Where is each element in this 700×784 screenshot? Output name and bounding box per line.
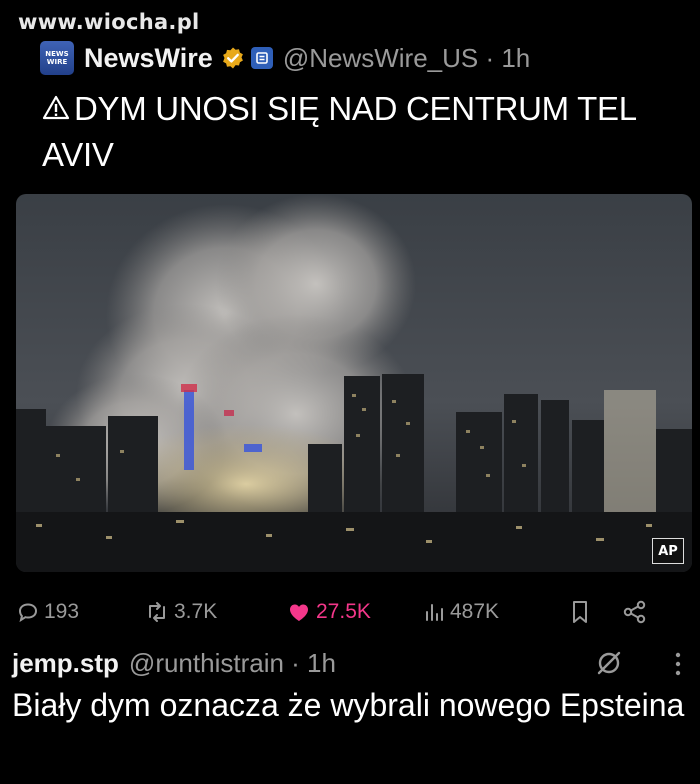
heart-icon (290, 604, 308, 621)
share-icon (623, 600, 646, 624)
grok-icon[interactable] (594, 648, 624, 678)
site-watermark: www.wiocha.pl (18, 10, 200, 34)
post-header: NEWS WIRE NewsWire @NewsWire_US · 1h (40, 40, 530, 76)
smoke-over-city-photo (16, 194, 692, 572)
reply-count: 193 (44, 600, 80, 623)
reply-author-name[interactable]: jemp.stp (12, 648, 119, 679)
repost-count: 3.7K (174, 600, 218, 623)
reply-icon (18, 603, 38, 623)
reply-button[interactable]: 193 (16, 600, 144, 624)
affiliate-badge-icon (250, 47, 273, 69)
bookmark-icon (573, 601, 587, 623)
repost-button[interactable]: 3.7K (144, 600, 286, 624)
ap-credit-logo: AP (652, 538, 684, 564)
share-button[interactable] (622, 599, 652, 625)
bookmark-button[interactable] (568, 599, 622, 625)
post-media-image[interactable]: AP (16, 194, 692, 572)
views-bar-chart-icon (426, 604, 443, 621)
like-button[interactable]: 27.5K (286, 600, 422, 624)
reply-handle-time[interactable]: @runthistrain · 1h (129, 648, 336, 679)
post-headline: DYM UNOSI SIĘ NAD CENTRUM TEL AVIV (42, 90, 636, 173)
post-handle-time[interactable]: @NewsWire_US · 1h (283, 43, 530, 74)
post-text: DYM UNOSI SIĘ NAD CENTRUM TEL AVIV (42, 86, 682, 178)
post-author-name[interactable]: NewsWire (84, 43, 213, 74)
views-button[interactable]: 487K (422, 600, 568, 624)
more-options-icon[interactable] (672, 650, 684, 678)
avatar-text-1: NEWS (45, 50, 69, 58)
avatar[interactable]: NEWS WIRE (40, 41, 74, 75)
like-count: 27.5K (316, 600, 371, 623)
avatar-text-2: WIRE (46, 58, 68, 66)
reply-text: Biały dym oznacza że wybrali nowego Epst… (12, 687, 685, 723)
views-count: 487K (450, 600, 500, 623)
warning-icon (42, 96, 70, 120)
reply-header: jemp.stp @runthistrain · 1h (12, 646, 692, 680)
post-action-bar: 193 3.7K 27.5K 487K (16, 594, 680, 630)
verified-badge-icon (222, 47, 243, 69)
repost-icon (149, 602, 165, 622)
